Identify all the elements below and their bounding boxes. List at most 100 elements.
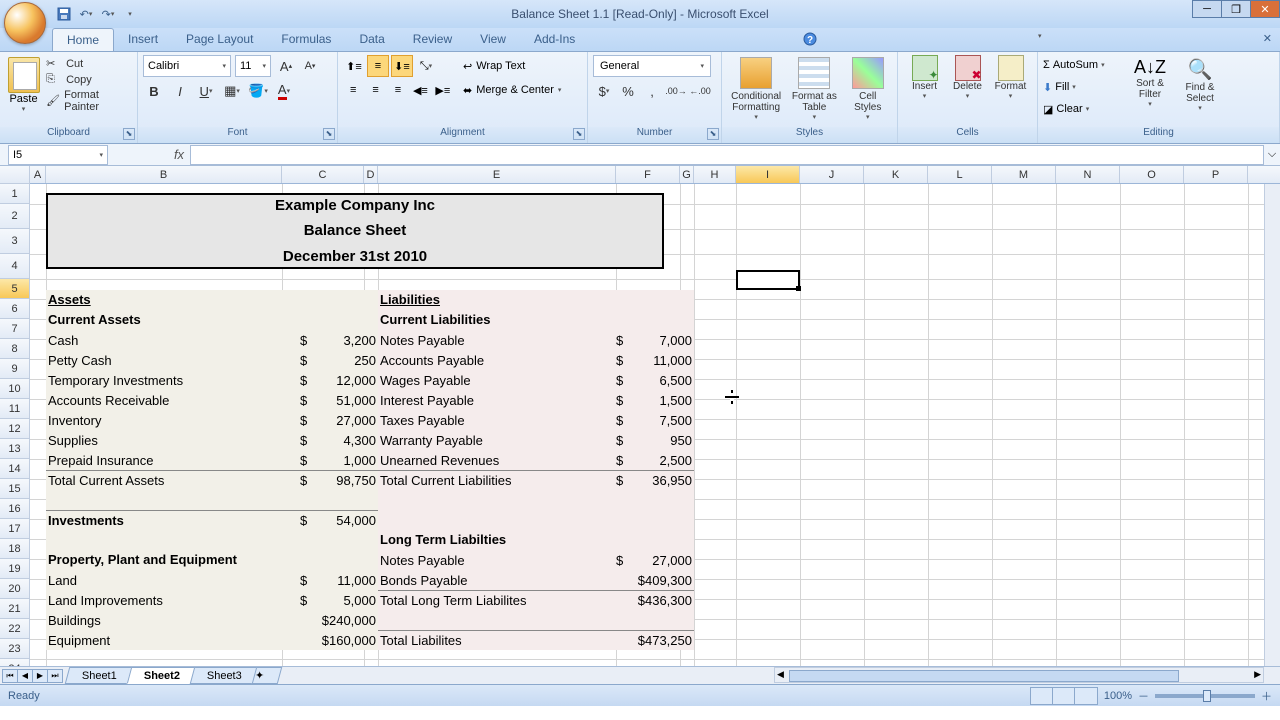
prev-sheet-button[interactable]: ◀ — [17, 669, 33, 683]
fill-color-button[interactable]: 🪣▾ — [247, 80, 269, 102]
expand-formula-bar[interactable]: ⌵ — [1264, 148, 1280, 161]
copy-button[interactable]: ⎘Copy — [46, 73, 128, 87]
column-header[interactable]: N — [1056, 166, 1120, 183]
column-header[interactable]: M — [992, 166, 1056, 183]
align-right-button[interactable]: ≡ — [388, 79, 408, 101]
shrink-font-button[interactable]: A▾ — [299, 55, 321, 77]
close-workbook-button[interactable]: ✕ — [1255, 28, 1280, 51]
align-bottom-button[interactable]: ⬇≡ — [391, 55, 413, 77]
tab-addins[interactable]: Add-Ins — [520, 28, 589, 51]
autosum-button[interactable]: ΣAutoSum▾ — [1043, 55, 1125, 75]
selected-cell[interactable] — [736, 270, 800, 290]
row-header[interactable]: 23 — [0, 639, 30, 659]
insert-cells-button[interactable]: ✦Insert▾ — [903, 55, 946, 100]
column-header[interactable]: L — [928, 166, 992, 183]
row-header[interactable]: 15 — [0, 479, 30, 499]
zoom-in-button[interactable]: ＋ — [1261, 688, 1272, 704]
column-header[interactable]: D — [364, 166, 378, 183]
alignment-launcher[interactable]: ⬊ — [573, 128, 585, 140]
office-button[interactable] — [4, 2, 46, 44]
row-header[interactable]: 20 — [0, 579, 30, 599]
select-all-corner[interactable] — [0, 166, 30, 184]
currency-button[interactable]: $▾ — [593, 80, 615, 102]
cut-button[interactable]: ✂Cut — [46, 57, 128, 71]
row-header[interactable]: 22 — [0, 619, 30, 639]
find-select-button[interactable]: 🔍Find & Select▾ — [1175, 55, 1225, 114]
maximize-button[interactable]: ❐ — [1221, 0, 1251, 18]
tab-page-layout[interactable]: Page Layout — [172, 28, 267, 51]
column-header[interactable]: B — [46, 166, 282, 183]
minimize-ribbon-icon[interactable]: ▾ — [1030, 28, 1050, 51]
close-button[interactable]: ✕ — [1250, 0, 1280, 18]
next-sheet-button[interactable]: ▶ — [32, 669, 48, 683]
vertical-scrollbar[interactable] — [1264, 184, 1280, 666]
tab-view[interactable]: View — [466, 28, 520, 51]
decrease-indent-button[interactable]: ◀≡ — [410, 79, 430, 101]
row-header[interactable]: 18 — [0, 539, 30, 559]
formula-input[interactable] — [190, 145, 1264, 165]
row-header[interactable]: 17 — [0, 519, 30, 539]
font-name-select[interactable]: Calibri▾ — [143, 55, 231, 77]
row-header[interactable]: 3 — [0, 229, 30, 254]
comma-button[interactable]: , — [641, 80, 663, 102]
bold-button[interactable]: B — [143, 80, 165, 102]
underline-button[interactable]: U▾ — [195, 80, 217, 102]
row-header[interactable]: 6 — [0, 299, 30, 319]
zoom-level[interactable]: 100% — [1104, 690, 1132, 702]
row-header[interactable]: 9 — [0, 359, 30, 379]
column-header[interactable]: P — [1184, 166, 1248, 183]
redo-icon[interactable]: ↷▾ — [100, 6, 116, 22]
page-break-view-button[interactable] — [1075, 688, 1097, 704]
row-header[interactable]: 8 — [0, 339, 30, 359]
tab-data[interactable]: Data — [345, 28, 398, 51]
column-header[interactable]: O — [1120, 166, 1184, 183]
font-color-button[interactable]: A▾ — [273, 80, 295, 102]
first-sheet-button[interactable]: ⏮ — [2, 669, 18, 683]
row-header[interactable]: 4 — [0, 254, 30, 279]
column-header[interactable]: F — [616, 166, 680, 183]
number-launcher[interactable]: ⬊ — [707, 128, 719, 140]
zoom-slider[interactable] — [1155, 694, 1255, 698]
sheet-tab[interactable]: Sheet1 — [65, 667, 134, 684]
increase-indent-button[interactable]: ▶≡ — [433, 79, 453, 101]
align-middle-button[interactable]: ≡ — [367, 55, 389, 77]
spreadsheet-grid[interactable]: ABCDEFGHIJKLMNOP 12345678910111213141516… — [0, 166, 1280, 666]
minimize-button[interactable]: ─ — [1192, 0, 1222, 18]
number-format-select[interactable]: General▾ — [593, 55, 711, 77]
row-header[interactable]: 5 — [0, 279, 30, 299]
row-header[interactable]: 10 — [0, 379, 30, 399]
tab-home[interactable]: Home — [52, 28, 114, 51]
normal-view-button[interactable] — [1031, 688, 1053, 704]
merge-center-button[interactable]: ⬌Merge & Center▾ — [459, 79, 565, 101]
row-header[interactable]: 1 — [0, 184, 30, 204]
tab-review[interactable]: Review — [399, 28, 466, 51]
row-header[interactable]: 13 — [0, 439, 30, 459]
zoom-out-button[interactable]: － — [1138, 688, 1149, 704]
column-header[interactable]: H — [694, 166, 736, 183]
page-layout-view-button[interactable] — [1053, 688, 1075, 704]
align-top-button[interactable]: ⬆≡ — [343, 55, 365, 77]
help-icon[interactable]: ? — [795, 28, 825, 51]
italic-button[interactable]: I — [169, 80, 191, 102]
sheet-tab[interactable]: Sheet3 — [190, 667, 259, 684]
format-as-table-button[interactable]: Format as Table▾ — [785, 55, 843, 123]
horizontal-scrollbar[interactable]: ◀ ▶ — [774, 667, 1264, 683]
row-header[interactable]: 21 — [0, 599, 30, 619]
name-box[interactable]: I5▾ — [8, 145, 108, 165]
row-header[interactable]: 11 — [0, 399, 30, 419]
format-cells-button[interactable]: Format▾ — [989, 55, 1032, 100]
cell-styles-button[interactable]: Cell Styles▾ — [843, 55, 892, 123]
clipboard-launcher[interactable]: ⬊ — [123, 128, 135, 140]
fill-button[interactable]: ⬇Fill▾ — [1043, 77, 1125, 97]
sheet-tab[interactable]: Sheet2 — [127, 667, 198, 684]
row-header[interactable]: 16 — [0, 499, 30, 519]
column-header[interactable]: K — [864, 166, 928, 183]
column-header[interactable]: G — [680, 166, 694, 183]
column-header[interactable]: J — [800, 166, 864, 183]
row-header[interactable]: 14 — [0, 459, 30, 479]
format-painter-button[interactable]: 🖌Format Painter — [46, 89, 128, 113]
column-header[interactable]: E — [378, 166, 616, 183]
row-header[interactable]: 2 — [0, 204, 30, 229]
clear-button[interactable]: ◪Clear▾ — [1043, 99, 1125, 119]
grow-font-button[interactable]: A▴ — [275, 55, 297, 77]
